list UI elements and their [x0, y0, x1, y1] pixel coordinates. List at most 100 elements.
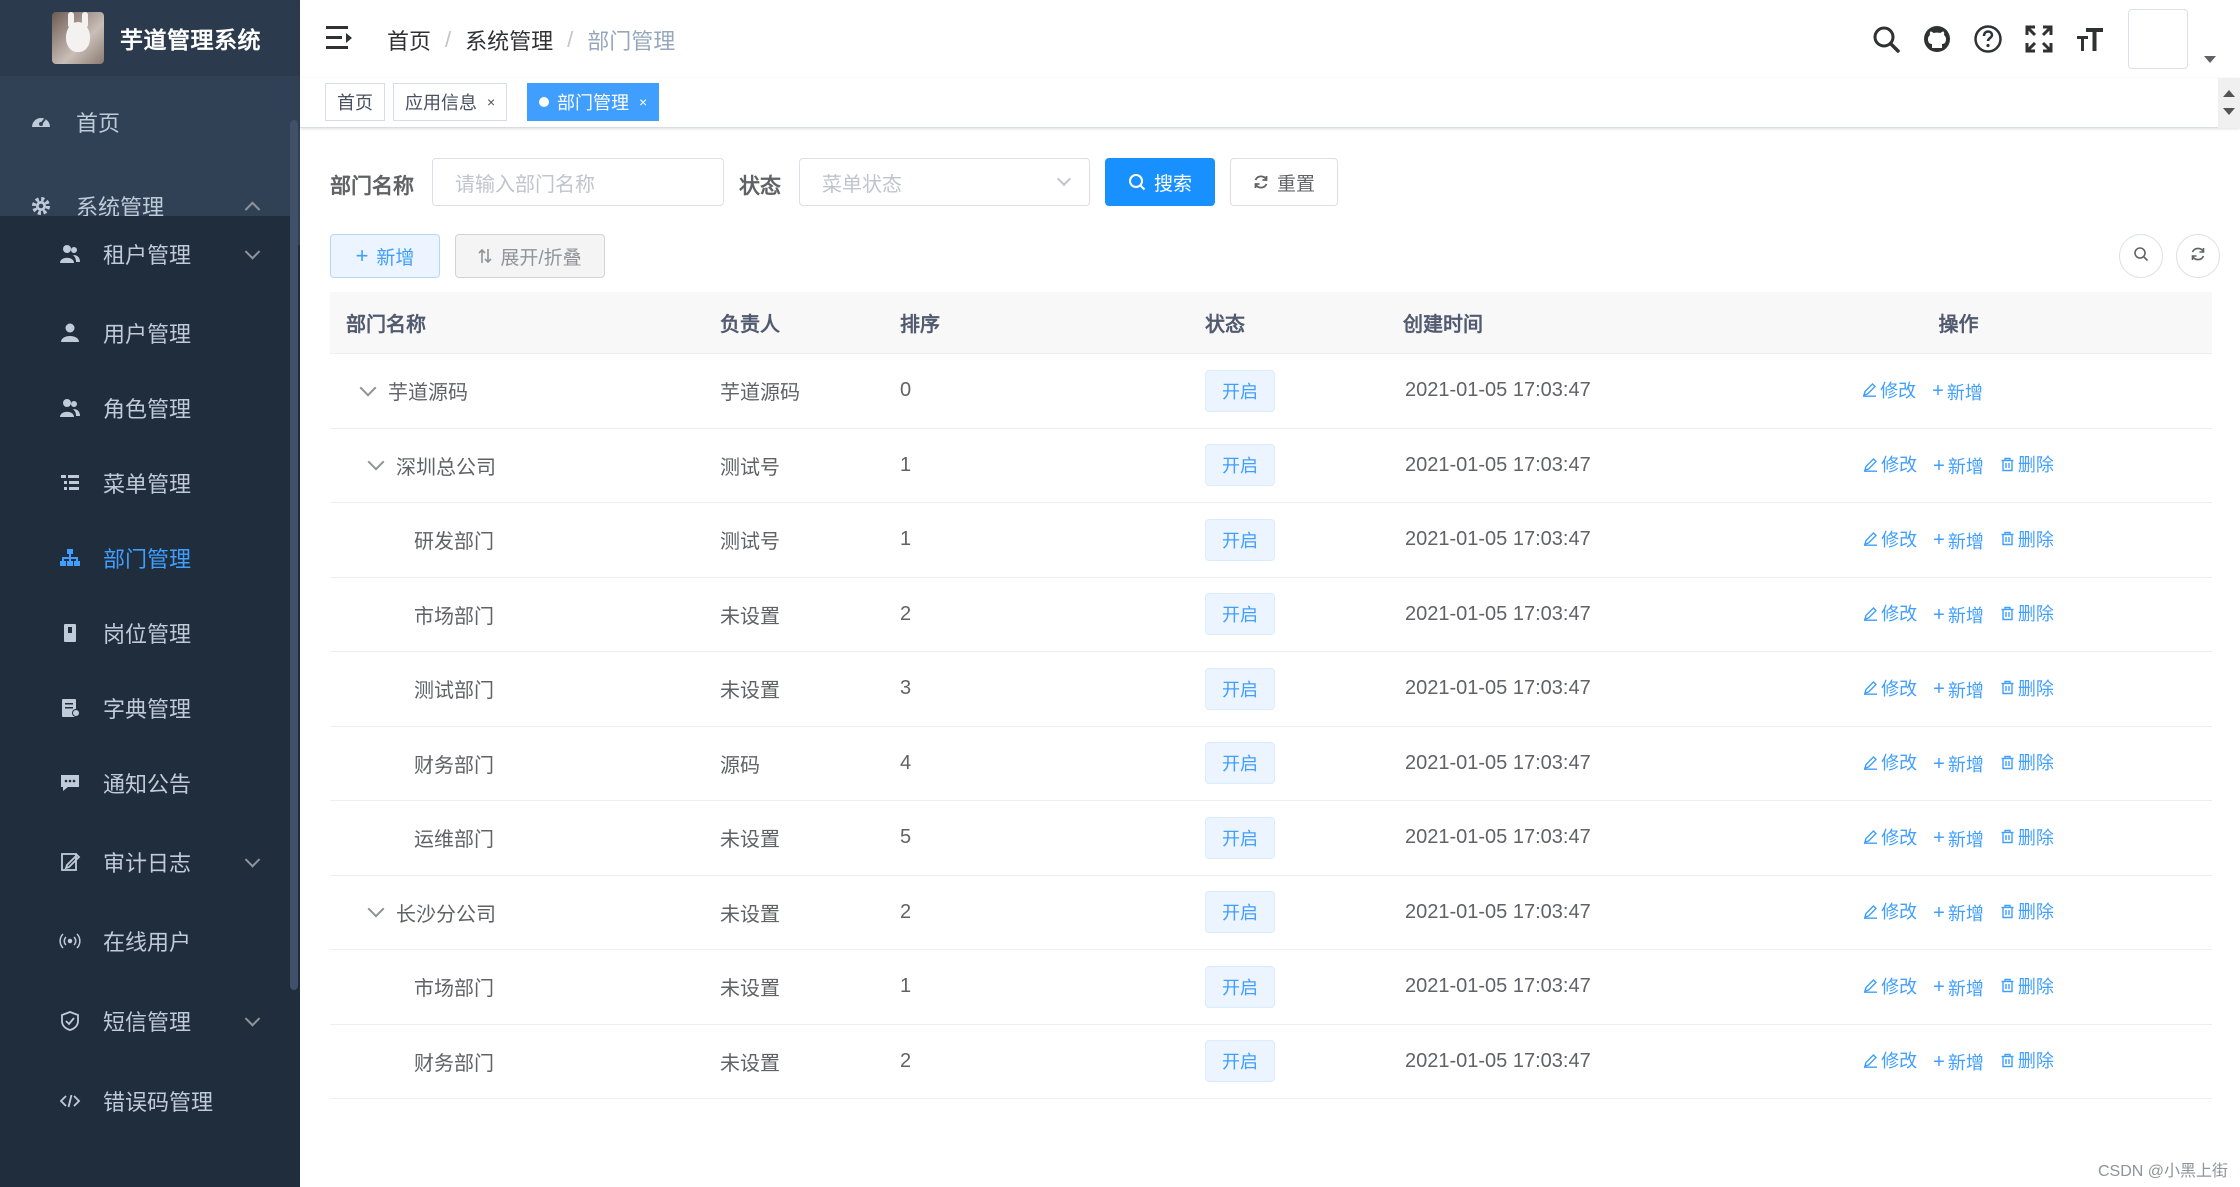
delete-button[interactable]: 删除	[2000, 451, 2054, 477]
status-badge: 开启	[1205, 816, 1275, 859]
breadcrumb-item-system[interactable]: 系统管理	[465, 24, 553, 56]
edit-button[interactable]: 修改	[1863, 675, 1917, 701]
delete-button[interactable]: 删除	[2000, 675, 2054, 701]
delete-button[interactable]: 删除	[2000, 898, 2054, 924]
tags-scrollbar[interactable]	[2218, 78, 2240, 128]
chevron-down-icon	[1056, 171, 1072, 187]
cell-actions: 修改 + 新增 删除	[1705, 749, 2212, 777]
add-child-button[interactable]: + 新增	[1933, 975, 1984, 1001]
tag-dept[interactable]: 部门管理 ×	[527, 83, 660, 121]
add-child-button[interactable]: + 新增	[1933, 751, 1984, 777]
dept-table: 部门名称 负责人 排序 状态 创建时间 操作 芋道源码 芋道源码 0 开启 2021-0…	[330, 292, 2212, 1099]
tree-icon	[57, 545, 83, 571]
add-child-button[interactable]: + 新增	[1933, 826, 1984, 852]
hamburger-icon[interactable]	[326, 26, 352, 50]
sidebar-subitem[interactable]: 角色管理	[0, 370, 290, 445]
dept-name-text: 财务部门	[414, 754, 494, 777]
edit-button[interactable]: 修改	[1862, 377, 1916, 403]
search-icon[interactable]	[1869, 22, 1903, 56]
sidebar-subitem[interactable]: 租户管理	[0, 216, 290, 291]
font-size-icon[interactable]	[2073, 22, 2107, 56]
cell-actions: 修改 + 新增 删除	[1705, 675, 2212, 703]
chevron-down-icon[interactable]	[2204, 55, 2216, 63]
cell-actions: 修改 + 新增 删除	[1705, 451, 2212, 479]
chevron-down-icon[interactable]	[359, 379, 377, 397]
add-child-button[interactable]: + 新增	[1933, 677, 1984, 703]
add-child-button[interactable]: + 新增	[1933, 900, 1984, 926]
status-select[interactable]: 菜单状态	[799, 158, 1090, 206]
question-icon[interactable]	[1971, 22, 2005, 56]
sidebar-subitem[interactable]: 字典管理	[0, 670, 290, 745]
edit-icon	[1863, 904, 1878, 919]
sidebar-subitem[interactable]: 岗位管理	[0, 595, 290, 670]
plus-icon: +	[1933, 1050, 1945, 1073]
sidebar-subitem[interactable]: 部门管理	[0, 520, 290, 595]
shield-icon	[57, 1008, 83, 1034]
add-child-button[interactable]: + 新增	[1933, 602, 1984, 628]
edit-icon	[1863, 680, 1878, 696]
message-icon	[57, 770, 83, 796]
toggle-search-button[interactable]	[2119, 234, 2163, 278]
edit-icon	[1863, 755, 1878, 770]
tag-home[interactable]: 首页	[325, 83, 385, 121]
fullscreen-icon[interactable]	[2022, 22, 2056, 56]
chevron-down-icon[interactable]	[367, 453, 385, 471]
cell-status: 开启	[1160, 1040, 1335, 1083]
add-button[interactable]: + 新增	[330, 234, 440, 278]
search-button[interactable]: 搜索	[1105, 158, 1215, 206]
header-created: 创建时间	[1403, 314, 1483, 336]
add-child-button[interactable]: + 新增	[1933, 528, 1984, 554]
dept-name-placeholder: 请输入部门名称	[455, 173, 595, 196]
dept-name-input[interactable]: 请输入部门名称	[432, 158, 724, 206]
sidebar-subitem[interactable]: 在线用户	[0, 903, 290, 978]
refresh-button[interactable]	[2176, 234, 2220, 278]
tree-table-icon	[57, 470, 83, 496]
edit-button[interactable]: 修改	[1863, 600, 1917, 626]
edit-button[interactable]: 修改	[1863, 526, 1917, 552]
delete-button[interactable]: 删除	[2000, 973, 2054, 999]
edit-button[interactable]: 修改	[1863, 749, 1917, 775]
plus-icon: +	[1932, 380, 1944, 403]
delete-button[interactable]: 删除	[2000, 824, 2054, 850]
search-icon	[1128, 173, 1146, 191]
cell-leader: 测试号	[720, 456, 780, 479]
add-child-button[interactable]: + 新增	[1932, 379, 1983, 405]
sidebar-subitem[interactable]: 短信管理	[0, 983, 290, 1058]
edit-button[interactable]: 修改	[1863, 898, 1917, 924]
add-child-button[interactable]: + 新增	[1933, 453, 1984, 479]
sidebar-logo[interactable]: 芋道管理系统	[0, 0, 300, 76]
sidebar-item-top[interactable]: 首页	[0, 80, 290, 164]
edit-button[interactable]: 修改	[1863, 824, 1917, 850]
sidebar-subitem[interactable]: 用户管理	[0, 295, 290, 370]
delete-button[interactable]: 删除	[2000, 1047, 2054, 1073]
reset-button[interactable]: 重置	[1230, 158, 1338, 206]
sidebar-subitem[interactable]: 通知公告	[0, 745, 290, 820]
breadcrumb-item-home[interactable]: 首页	[387, 24, 431, 56]
edit-button[interactable]: 修改	[1863, 451, 1917, 477]
github-icon[interactable]	[1920, 22, 1954, 56]
dept-name-text: 财务部门	[414, 1052, 494, 1075]
user-avatar[interactable]	[2128, 9, 2188, 69]
edit-button[interactable]: 修改	[1863, 1047, 1917, 1073]
sidebar-subitem[interactable]: 审计日志	[0, 824, 290, 899]
delete-button[interactable]: 删除	[2000, 600, 2054, 626]
delete-button[interactable]: 删除	[2000, 526, 2054, 552]
expand-collapse-button[interactable]: 展开/折叠	[455, 234, 605, 278]
sidebar-subitem[interactable]: 菜单管理	[0, 445, 290, 520]
cell-dept-name: 深圳总公司	[330, 451, 720, 480]
table-row: 芋道源码 芋道源码 0 开启 2021-01-05 17:03:47 修改 + 新增	[330, 354, 2212, 429]
close-icon[interactable]: ×	[487, 94, 495, 110]
close-icon[interactable]: ×	[639, 94, 647, 110]
chevron-down-icon[interactable]	[367, 900, 385, 918]
sidebar-subitem[interactable]: 错误码管理	[0, 1063, 290, 1138]
tag-app-info[interactable]: 应用信息 ×	[393, 83, 508, 121]
edit-button[interactable]: 修改	[1863, 973, 1917, 999]
sidebar-item-label: 错误码管理	[103, 1089, 214, 1115]
delete-button[interactable]: 删除	[2000, 749, 2054, 775]
cell-status: 开启	[1160, 891, 1335, 934]
table-row: 测试部门 未设置 3 开启 2021-01-05 17:03:47 修改 + 新增 删除	[330, 652, 2212, 727]
add-child-button[interactable]: + 新增	[1933, 1049, 1984, 1075]
cell-leader: 未设置	[720, 978, 780, 1001]
edit-icon	[1863, 829, 1878, 845]
sidebar-scrollbar[interactable]	[290, 120, 298, 990]
